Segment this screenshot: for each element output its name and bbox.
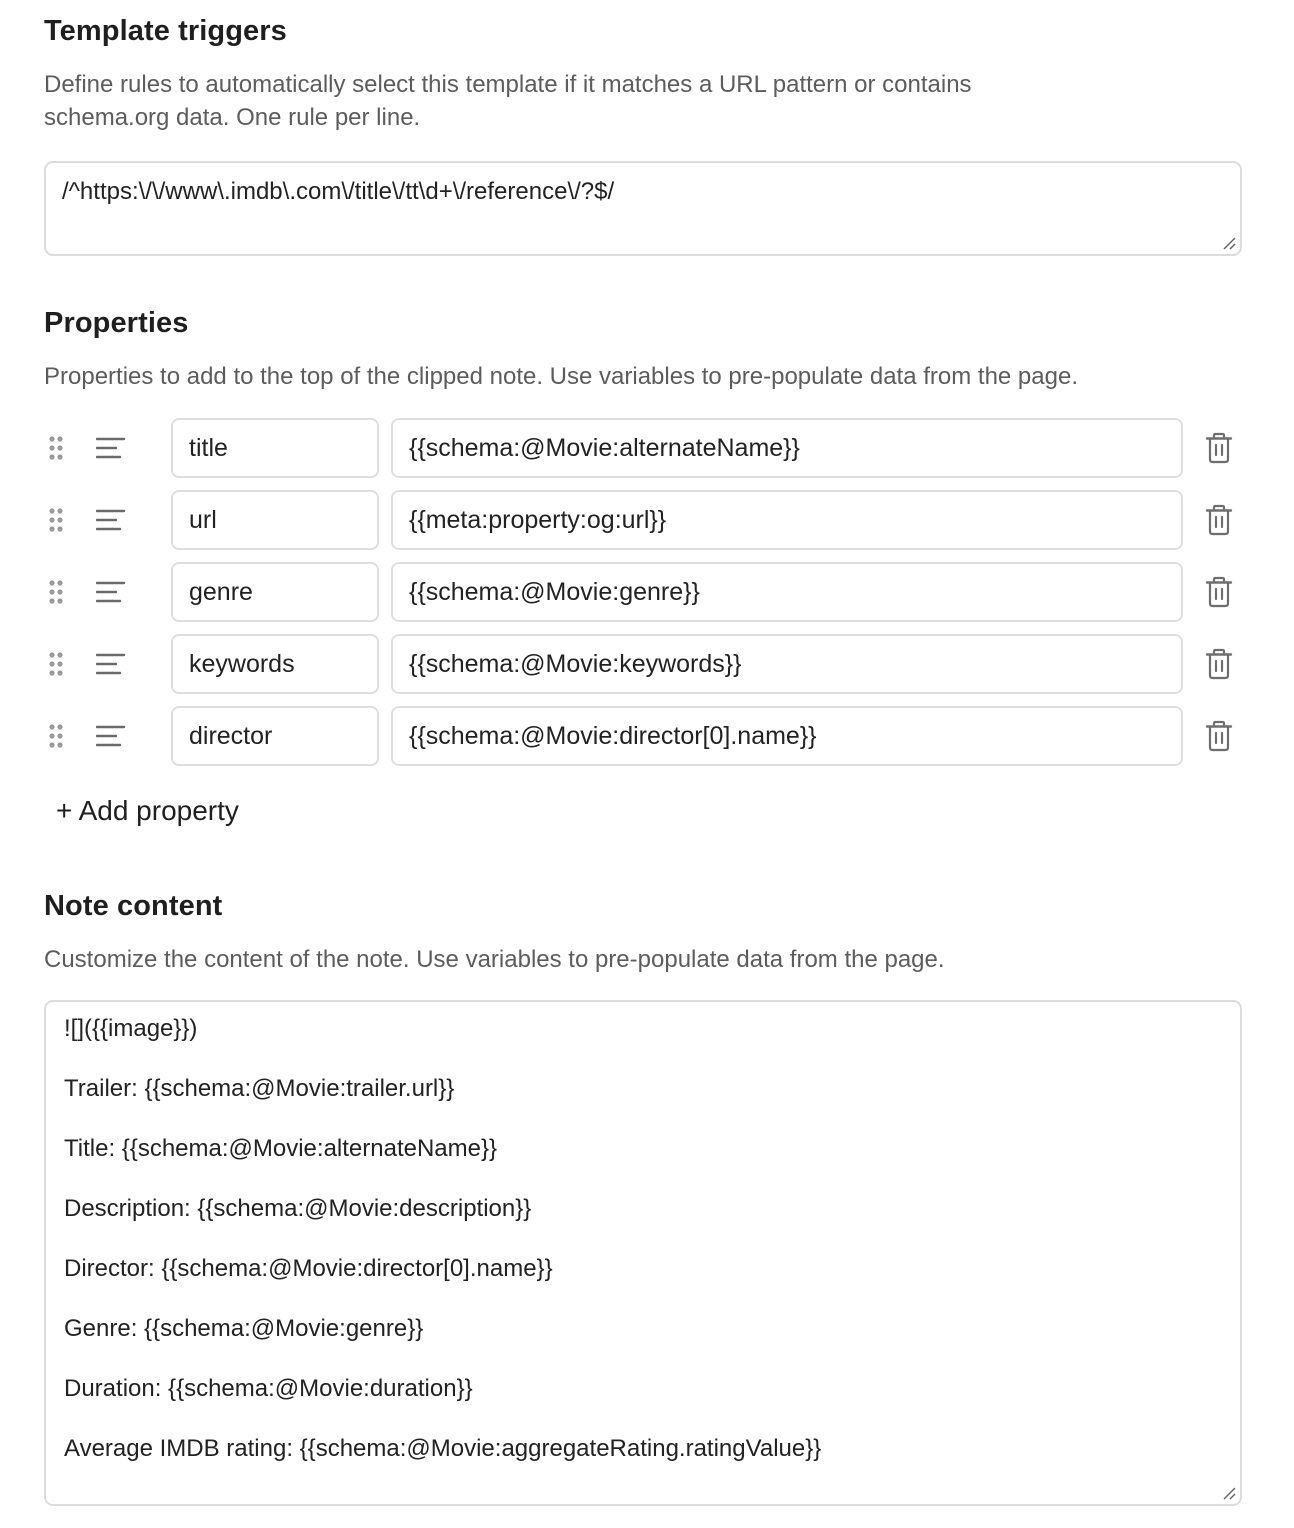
drag-handle-icon[interactable] bbox=[48, 723, 64, 749]
description-line-2: schema.org data. One rule per line. bbox=[44, 104, 421, 131]
note-content-line: Title: {{schema:@Movie:alternateName}} bbox=[64, 1135, 498, 1162]
trash-icon[interactable] bbox=[1205, 504, 1233, 536]
property-value-input[interactable]: {{meta:property:og:url}} bbox=[391, 490, 1183, 550]
property-row: genre {{schema:@Movie:genre}} bbox=[44, 562, 1244, 622]
drag-handle-icon[interactable] bbox=[48, 651, 64, 677]
trash-icon[interactable] bbox=[1205, 648, 1233, 680]
resize-grip-icon[interactable] bbox=[1221, 235, 1237, 251]
properties-description: Properties to add to the top of the clip… bbox=[44, 363, 1078, 390]
property-name-input[interactable]: director bbox=[171, 706, 379, 766]
text-lines-icon[interactable] bbox=[96, 724, 126, 748]
property-value-input[interactable]: {{schema:@Movie:director[0].name}} bbox=[391, 706, 1183, 766]
note-content-line: Description: {{schema:@Movie:description… bbox=[64, 1195, 532, 1222]
triggers-value: /^https:\/\/www\.imdb\.com\/title\/tt\d+… bbox=[62, 178, 615, 205]
note-content-line: Director: {{schema:@Movie:director[0].na… bbox=[64, 1255, 553, 1282]
note-content-heading: Note content bbox=[44, 890, 223, 922]
drag-handle-icon[interactable] bbox=[48, 579, 64, 605]
property-name-input[interactable]: genre bbox=[171, 562, 379, 622]
property-name-input[interactable]: title bbox=[171, 418, 379, 478]
triggers-textarea[interactable]: /^https:\/\/www\.imdb\.com\/title\/tt\d+… bbox=[44, 161, 1242, 256]
text-lines-icon[interactable] bbox=[96, 508, 126, 532]
property-row: keywords {{schema:@Movie:keywords}} bbox=[44, 634, 1244, 694]
template-triggers-heading: Template triggers bbox=[44, 15, 287, 47]
description-line-1: Define rules to automatically select thi… bbox=[44, 71, 972, 98]
property-name-input[interactable]: url bbox=[171, 490, 379, 550]
resize-grip-icon[interactable] bbox=[1221, 1485, 1237, 1501]
text-lines-icon[interactable] bbox=[96, 652, 126, 676]
text-lines-icon[interactable] bbox=[96, 436, 126, 460]
trash-icon[interactable] bbox=[1205, 720, 1233, 752]
property-name-input[interactable]: keywords bbox=[171, 634, 379, 694]
add-property-button[interactable]: + Add property bbox=[56, 795, 239, 827]
template-triggers-description: Define rules to automatically select thi… bbox=[44, 68, 1244, 134]
property-row: url {{meta:property:og:url}} bbox=[44, 490, 1244, 550]
drag-handle-icon[interactable] bbox=[48, 435, 64, 461]
property-row: director {{schema:@Movie:director[0].nam… bbox=[44, 706, 1244, 766]
note-content-textarea[interactable]: ![]({{image}}) Trailer: {{schema:@Movie:t… bbox=[44, 1000, 1242, 1506]
trash-icon[interactable] bbox=[1205, 432, 1233, 464]
property-row: title {{schema:@Movie:alternateName}} bbox=[44, 418, 1244, 478]
note-content-line: Trailer: {{schema:@Movie:trailer.url}} bbox=[64, 1075, 455, 1102]
note-content-line: Duration: {{schema:@Movie:duration}} bbox=[64, 1375, 473, 1402]
property-value-input[interactable]: {{schema:@Movie:keywords}} bbox=[391, 634, 1183, 694]
property-value-input[interactable]: {{schema:@Movie:genre}} bbox=[391, 562, 1183, 622]
properties-heading: Properties bbox=[44, 307, 189, 339]
property-value-input[interactable]: {{schema:@Movie:alternateName}} bbox=[391, 418, 1183, 478]
note-content-description: Customize the content of the note. Use v… bbox=[44, 946, 945, 973]
trash-icon[interactable] bbox=[1205, 576, 1233, 608]
note-content-line: Average IMDB rating: {{schema:@Movie:agg… bbox=[64, 1435, 822, 1462]
note-content-line: Genre: {{schema:@Movie:genre}} bbox=[64, 1315, 424, 1342]
drag-handle-icon[interactable] bbox=[48, 507, 64, 533]
text-lines-icon[interactable] bbox=[96, 580, 126, 604]
note-content-line: ![]({{image}}) bbox=[64, 1015, 198, 1042]
